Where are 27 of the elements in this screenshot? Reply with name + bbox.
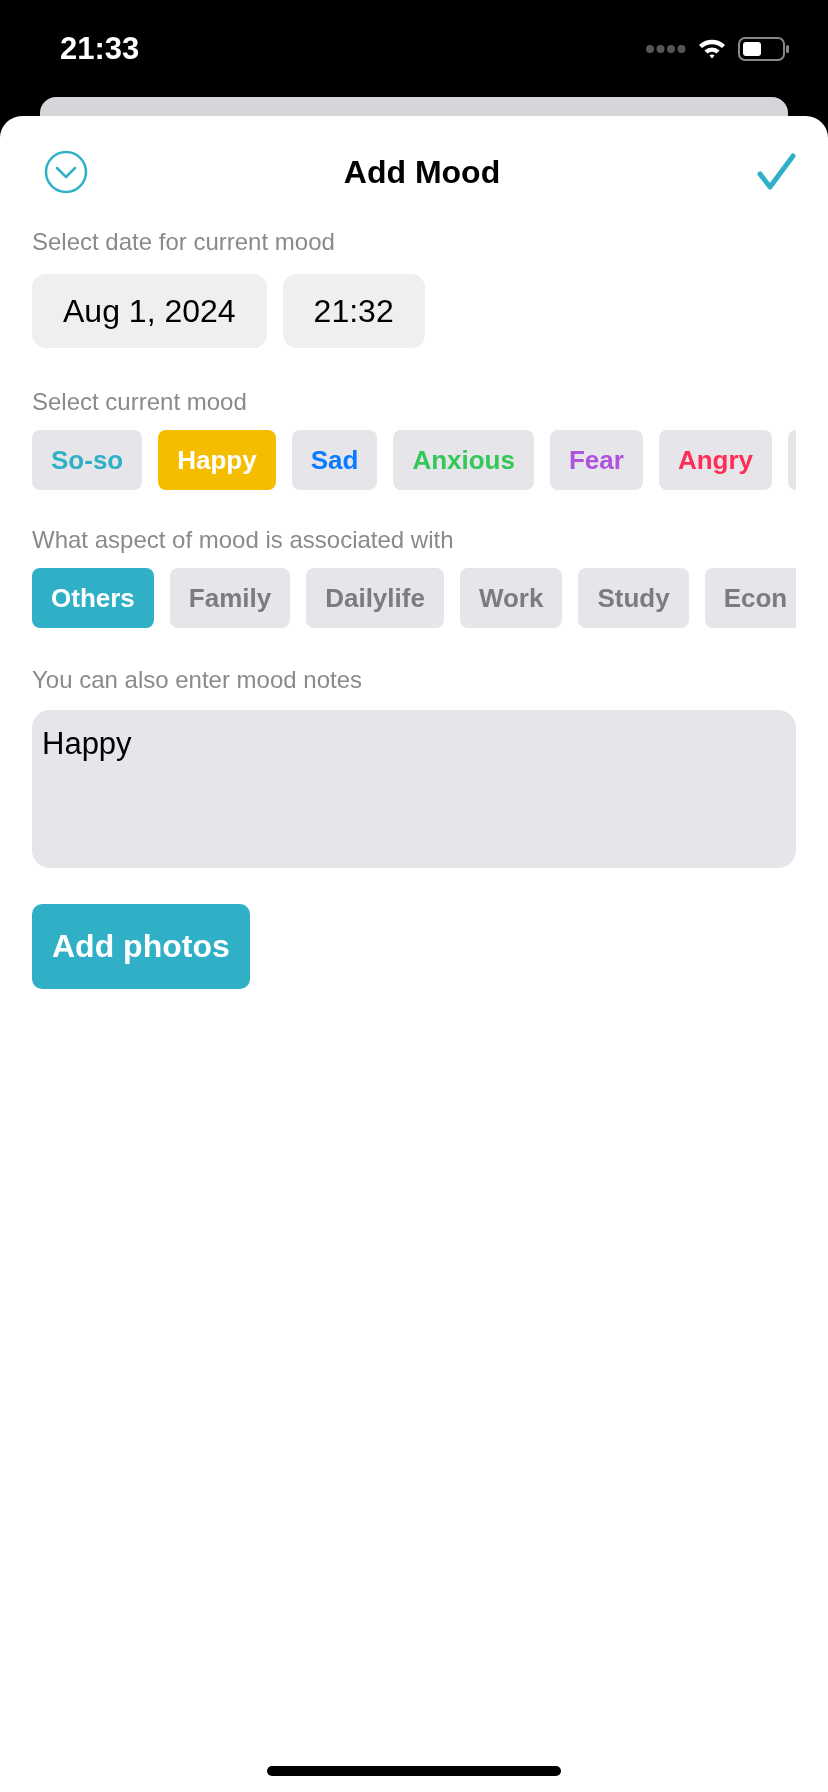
- date-picker[interactable]: Aug 1, 2024: [32, 274, 267, 348]
- collapse-icon[interactable]: [44, 150, 88, 194]
- mood-chip[interactable]: So-so: [32, 430, 143, 490]
- section-label: Select date for current mood: [32, 228, 335, 256]
- checkmark-icon[interactable]: [756, 152, 796, 192]
- time-picker[interactable]: 21:32: [282, 274, 425, 348]
- signal-icon: [646, 43, 686, 54]
- mood-chip[interactable]: Angry: [658, 430, 772, 490]
- aspect-chip[interactable]: Dailylife: [306, 568, 444, 628]
- aspect-chip[interactable]: Family: [169, 568, 291, 628]
- notes-field[interactable]: Happy: [32, 710, 796, 868]
- mood-chip[interactable]: Fear: [549, 430, 643, 490]
- mood-chip[interactable]: Anxious: [393, 430, 534, 490]
- mood-chip[interactable]: Sad: [291, 430, 378, 490]
- section-label: What aspect of mood is associated with: [32, 526, 454, 554]
- aspect-chip[interactable]: Work: [459, 568, 563, 628]
- wifi-icon: [698, 38, 726, 59]
- section-label: You can also enter mood notes: [32, 666, 362, 694]
- aspect-chip[interactable]: Econ: [704, 568, 796, 628]
- battery-icon: [738, 36, 790, 61]
- section-label: Select current mood: [32, 388, 247, 416]
- sheet-title: Add Mood: [343, 153, 501, 191]
- aspect-chip[interactable]: Study: [578, 568, 689, 628]
- aspect-chip[interactable]: Others: [32, 568, 154, 628]
- status-time: 21:33: [60, 30, 140, 67]
- add-photos-button[interactable]: Add photos: [32, 904, 250, 989]
- mood-chip[interactable]: Happy: [158, 430, 276, 490]
